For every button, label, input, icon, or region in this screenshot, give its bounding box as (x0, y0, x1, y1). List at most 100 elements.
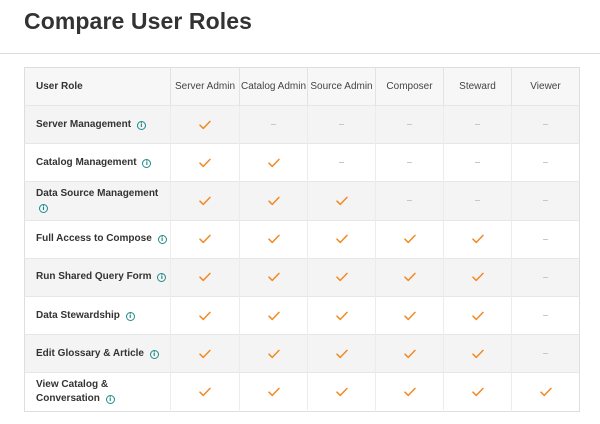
permission-cell (375, 181, 444, 221)
check-icon (308, 349, 375, 359)
check-icon (171, 272, 239, 282)
permission-cell (239, 295, 308, 335)
permission-cell (307, 372, 376, 411)
permission-cell (511, 181, 580, 221)
dash-icon (475, 200, 480, 202)
permission-cell (307, 295, 376, 335)
permission-cell (239, 334, 308, 373)
permission-cell (307, 104, 376, 144)
permission-label-cell: Catalog Management i (24, 143, 171, 182)
check-icon (308, 272, 375, 282)
permission-cell (375, 334, 444, 373)
roles-comparison-table: User Role Server Admin Catalog Admin Sou… (24, 67, 580, 412)
check-icon (444, 311, 511, 321)
roles-table-container: User Role Server Admin Catalog Admin Sou… (24, 67, 580, 412)
permission-cell (511, 295, 580, 335)
permission-cell (170, 104, 240, 144)
permission-cell (170, 257, 240, 297)
check-icon (171, 387, 239, 397)
role-column-header: User Role (24, 67, 171, 106)
table-row: View Catalog & Conversation i (24, 372, 580, 411)
dash-icon (543, 353, 548, 355)
permission-label-cell: Data Source Management i (24, 181, 171, 221)
permission-cell (443, 143, 512, 182)
permission-cell (443, 104, 512, 144)
dash-icon (339, 123, 344, 125)
table-row: Run Shared Query Form i (24, 257, 580, 297)
permission-label-cell: Data Stewardship i (24, 295, 171, 335)
info-icon[interactable]: i (125, 311, 135, 321)
info-icon[interactable]: i (157, 273, 167, 283)
column-header-catalog-admin: Catalog Admin (239, 67, 308, 106)
permission-label: Run Shared Query Form (36, 271, 152, 283)
permission-cell (170, 334, 240, 373)
table-row: Data Source Management i (24, 181, 580, 221)
permission-cell (307, 143, 376, 182)
permission-cell (511, 219, 580, 259)
permission-label: Data Stewardship (36, 309, 120, 321)
check-icon (376, 349, 443, 359)
check-icon (376, 234, 443, 244)
permission-label: Full Access to Compose (36, 233, 152, 245)
check-icon (240, 349, 307, 359)
check-icon (308, 387, 375, 397)
column-header-composer: Composer (375, 67, 444, 106)
dash-icon (543, 276, 548, 278)
permission-cell (511, 257, 580, 297)
column-header-server-admin: Server Admin (170, 67, 240, 106)
page-title: Compare User Roles (24, 8, 253, 34)
permission-cell (443, 181, 512, 221)
permission-cell (239, 181, 308, 221)
permission-cell (239, 219, 308, 259)
check-icon (171, 349, 239, 359)
permission-label: Edit Glossary & Article (36, 347, 144, 359)
permission-cell (375, 143, 444, 182)
check-icon (308, 196, 375, 206)
info-icon[interactable]: i (142, 158, 152, 168)
check-icon (240, 272, 307, 282)
permission-cell (443, 295, 512, 335)
permission-cell (375, 295, 444, 335)
check-icon (240, 311, 307, 321)
permission-cell (239, 143, 308, 182)
table-row: Full Access to Compose i (24, 219, 580, 259)
check-icon (444, 272, 511, 282)
table-header-row: User Role Server Admin Catalog Admin Sou… (24, 67, 580, 106)
dash-icon (407, 123, 412, 125)
info-icon[interactable]: i (105, 394, 115, 404)
permission-cell (170, 219, 240, 259)
info-icon[interactable]: i (39, 203, 48, 213)
check-icon (444, 349, 511, 359)
check-icon (171, 120, 239, 130)
info-icon[interactable]: i (157, 235, 167, 245)
check-icon (171, 158, 239, 168)
check-icon (240, 387, 307, 397)
permission-cell (375, 104, 444, 144)
check-icon (444, 387, 511, 397)
info-icon[interactable]: i (149, 349, 159, 359)
check-icon (512, 387, 579, 397)
table-row: Catalog Management i (24, 143, 580, 182)
dash-icon (407, 200, 412, 202)
dash-icon (543, 200, 548, 202)
check-icon (376, 272, 443, 282)
check-icon (171, 196, 239, 206)
permission-cell (443, 219, 512, 259)
info-icon[interactable]: i (136, 120, 146, 130)
permission-label: View Catalog & Conversation (36, 378, 109, 404)
permission-cell (511, 372, 580, 411)
permission-label-cell: Edit Glossary & Article i (24, 334, 171, 373)
dash-icon (475, 123, 480, 125)
permission-cell (307, 219, 376, 259)
column-header-source-admin: Source Admin (307, 67, 376, 106)
check-icon (444, 234, 511, 244)
permission-cell (170, 372, 240, 411)
permission-cell (239, 257, 308, 297)
check-icon (240, 234, 307, 244)
permission-cell (239, 372, 308, 411)
permission-label: Server Management (36, 118, 132, 130)
permission-cell (170, 295, 240, 335)
column-header-viewer: Viewer (511, 67, 580, 106)
table-row: Edit Glossary & Article i (24, 334, 580, 373)
check-icon (240, 158, 307, 168)
